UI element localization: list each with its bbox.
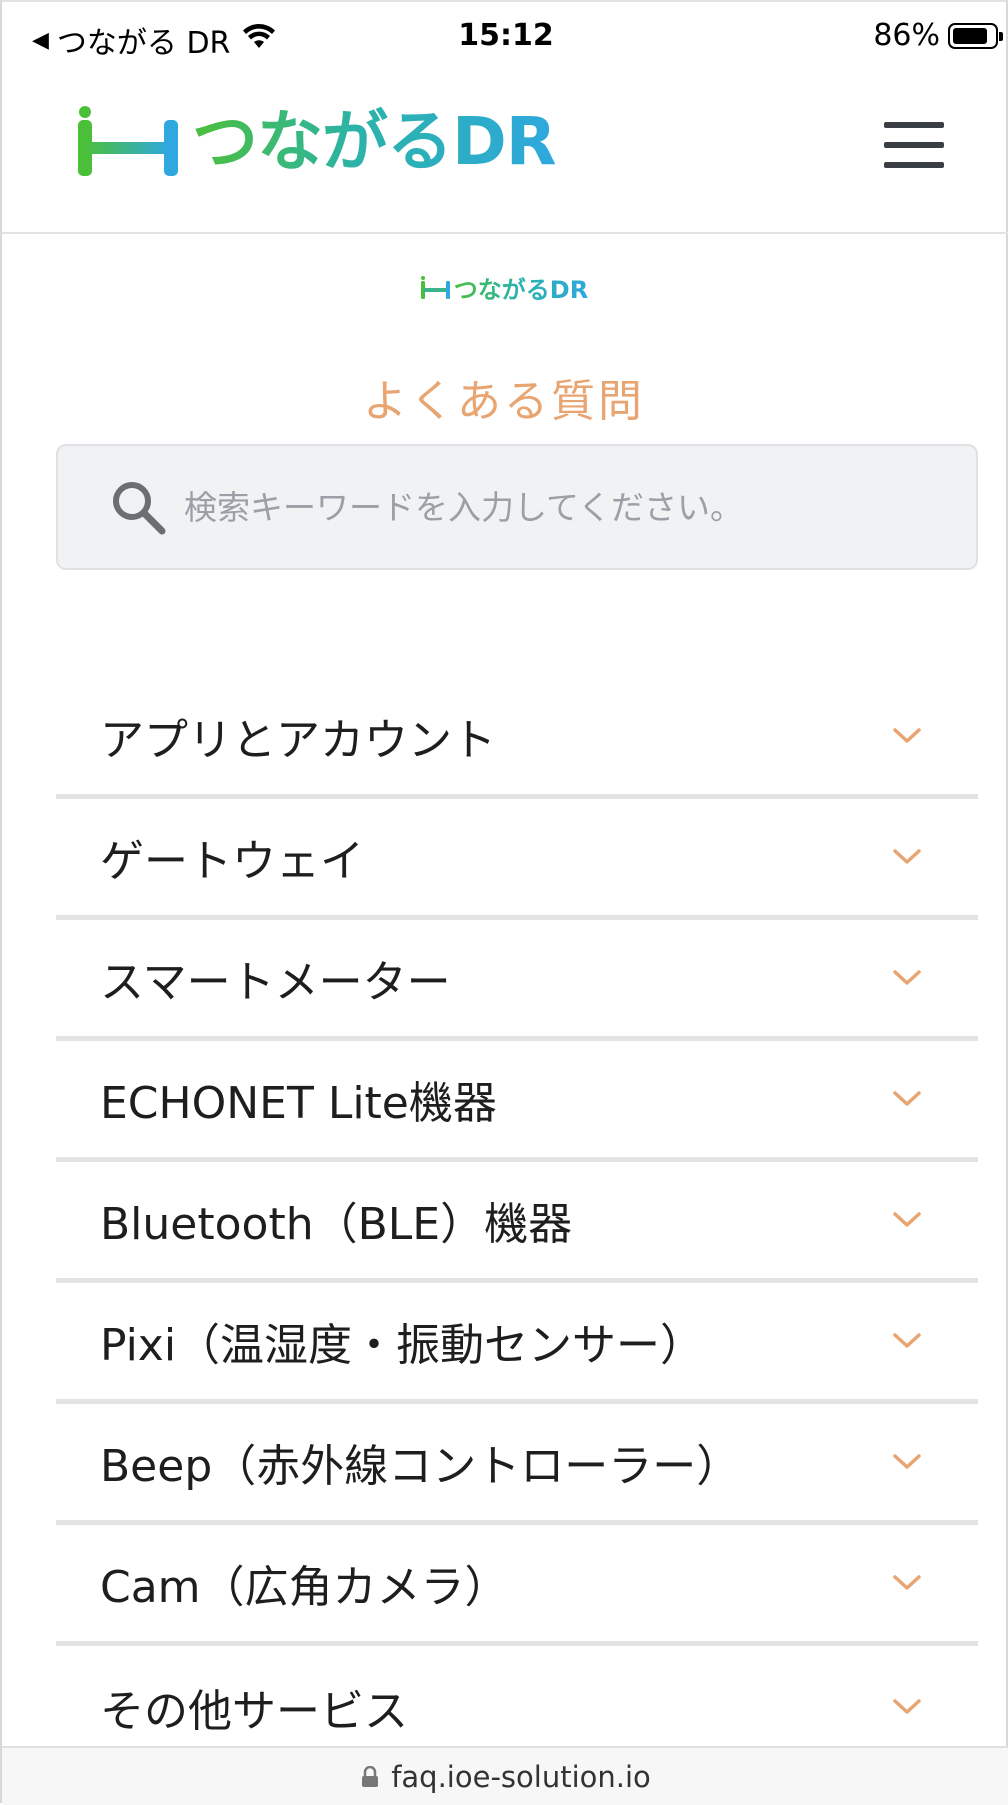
faq-category-label: Bluetooth（BLE）機器 bbox=[100, 1199, 573, 1250]
battery-percent: 86% bbox=[873, 18, 940, 53]
site-logo[interactable]: つながるDR bbox=[74, 102, 557, 182]
chevron-down-icon bbox=[893, 1698, 921, 1714]
search-input[interactable] bbox=[182, 486, 946, 528]
faq-category-item[interactable]: Cam（広角カメラ） bbox=[56, 1525, 978, 1646]
clock: 15:12 bbox=[458, 18, 554, 53]
faq-category-label: Beep（赤外線コントローラー） bbox=[100, 1441, 741, 1492]
brand-mark-icon bbox=[78, 106, 178, 176]
chevron-down-icon bbox=[893, 849, 921, 864]
faq-category-item[interactable]: Pixi（温湿度・振動センサー） bbox=[56, 1283, 978, 1404]
faq-category-item[interactable]: Bluetooth（BLE）機器 bbox=[56, 1162, 978, 1283]
battery-status: 86% bbox=[873, 18, 1003, 53]
hamburger-menu-icon[interactable] bbox=[884, 122, 944, 168]
faq-category-list: アプリとアカウント ゲートウェイスマートメーター ECHONET Lite機器 Blu… bbox=[56, 678, 978, 1767]
chevron-down-icon bbox=[893, 1091, 921, 1106]
faq-category-item[interactable]: スマートメーター bbox=[56, 920, 978, 1041]
url-bar[interactable]: faq.ioe-solution.io bbox=[2, 1746, 1008, 1805]
faq-logo-text: つながるDR bbox=[454, 270, 588, 305]
site-logo-text: つながるDR bbox=[192, 103, 557, 180]
faq-logo: つながるDR bbox=[2, 270, 1006, 305]
status-bar: ◀ つながる DR 15:12 86% bbox=[2, 2, 1008, 74]
faq-category-label: Cam（広角カメラ） bbox=[100, 1562, 509, 1613]
chevron-down-icon bbox=[893, 1212, 921, 1227]
faq-category-label: ECHONET Lite機器 bbox=[100, 1078, 497, 1129]
faq-category-label: Pixi（温湿度・振動センサー） bbox=[100, 1320, 705, 1371]
url-text: faq.ioe-solution.io bbox=[391, 1759, 651, 1794]
chevron-down-icon bbox=[893, 970, 921, 985]
faq-category-label: アプリとアカウント bbox=[100, 715, 496, 766]
browser-frame: ◀ つながる DR 15:12 86% つながるDR つながるDR よくある質問… bbox=[0, 0, 1008, 1805]
search-box[interactable] bbox=[56, 444, 978, 570]
faq-category-item[interactable]: ゲートウェイ bbox=[56, 799, 978, 920]
faq-category-item[interactable]: ECHONET Lite機器 bbox=[56, 1041, 978, 1162]
faq-category-item[interactable]: アプリとアカウント bbox=[56, 678, 978, 799]
lock-icon bbox=[362, 1765, 379, 1787]
chevron-down-icon bbox=[893, 1575, 921, 1590]
faq-category-item[interactable]: Beep（赤外線コントローラー） bbox=[56, 1404, 978, 1525]
search-icon bbox=[113, 482, 166, 535]
page-title: よくある質問 bbox=[363, 376, 645, 428]
faq-category-label: ゲートウェイ bbox=[100, 836, 364, 887]
faq-category-label: スマートメーター bbox=[100, 957, 451, 1008]
chevron-down-icon bbox=[893, 1333, 921, 1348]
brand-mark-small-icon bbox=[420, 275, 450, 299]
site-header: つながるDR bbox=[2, 74, 1008, 234]
chevron-down-icon bbox=[893, 1454, 921, 1469]
chevron-down-icon bbox=[893, 728, 921, 743]
battery-icon bbox=[948, 22, 1003, 49]
battery-fill bbox=[953, 27, 988, 44]
faq-category-label: その他サービス bbox=[100, 1685, 408, 1737]
